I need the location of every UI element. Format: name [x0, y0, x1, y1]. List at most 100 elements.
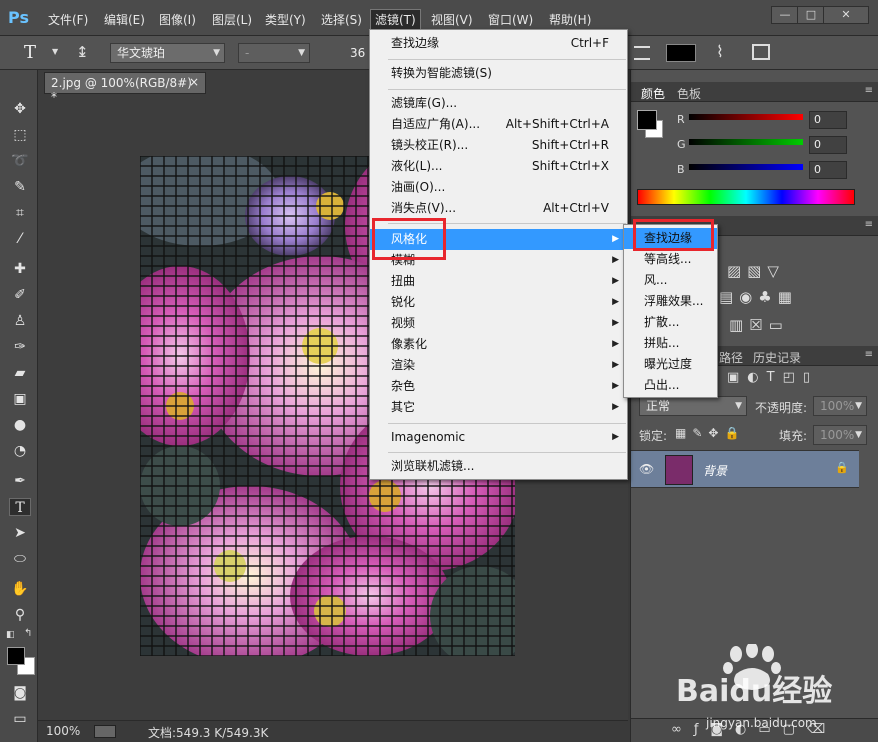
tab-paths[interactable]: 路径: [719, 349, 743, 366]
menu-type[interactable]: 类型(Y): [265, 11, 306, 28]
menu-select[interactable]: 选择(S): [321, 11, 362, 28]
menu-window[interactable]: 窗口(W): [488, 11, 533, 28]
fill-input[interactable]: 100% ▼: [813, 425, 867, 445]
close-icon[interactable]: ×: [189, 75, 199, 89]
channel-r-slider[interactable]: [689, 114, 803, 120]
zoom-level[interactable]: 100%: [46, 724, 80, 738]
submenu-item-emboss[interactable]: 浮雕效果...: [624, 291, 717, 312]
filter-menu-item-sharpen[interactable]: 锐化 ▶: [370, 292, 627, 313]
text-orientation-icon[interactable]: ↨: [76, 43, 89, 61]
submenu-item-trace-contour[interactable]: 等高线...: [624, 249, 717, 270]
filter-menu-item-imagenomic[interactable]: Imagenomic ▶: [370, 427, 627, 448]
menu-file[interactable]: 文件(F): [48, 11, 88, 28]
quick-select-tool-icon[interactable]: ✎: [9, 178, 31, 196]
menu-view[interactable]: 视图(V): [431, 11, 473, 28]
panel-menu-icon[interactable]: ≡: [865, 349, 873, 360]
pen-tool-icon[interactable]: ✒: [9, 472, 31, 490]
tab-swatches[interactable]: 色板: [677, 85, 701, 102]
color-panel-foreground-swatch[interactable]: [637, 110, 657, 130]
tool-preset-chevron-icon[interactable]: ▼: [52, 47, 58, 56]
menu-help[interactable]: 帮助(H): [549, 11, 591, 28]
filter-menu-item-render[interactable]: 渲染 ▶: [370, 355, 627, 376]
submenu-item-wind[interactable]: 风...: [624, 270, 717, 291]
channel-g-input[interactable]: 0: [809, 136, 847, 154]
quick-mask-icon[interactable]: ◙: [9, 684, 31, 702]
path-select-tool-icon[interactable]: ➤: [9, 524, 31, 542]
warp-text-icon[interactable]: ⌇: [716, 42, 724, 61]
submenu-item-extrude[interactable]: 凸出...: [624, 375, 717, 396]
blur-tool-icon[interactable]: ●: [9, 416, 31, 434]
type-tool-icon[interactable]: T: [24, 42, 36, 63]
font-style-select[interactable]: - ▼: [238, 43, 310, 63]
filter-menu-item-oil-paint[interactable]: 油画(O)...: [370, 177, 627, 198]
channel-b-slider[interactable]: [689, 164, 803, 170]
filter-menu-item-distort[interactable]: 扭曲 ▶: [370, 271, 627, 292]
submenu-item-solarize[interactable]: 曝光过度: [624, 354, 717, 375]
filter-menu-item-video[interactable]: 视频 ▶: [370, 313, 627, 334]
filter-menu-item-pixelate[interactable]: 像素化 ▶: [370, 334, 627, 355]
menu-layer[interactable]: 图层(L): [212, 11, 252, 28]
eraser-tool-icon[interactable]: ▰: [9, 364, 31, 382]
filter-menu-item-noise[interactable]: 杂色 ▶: [370, 376, 627, 397]
submenu-item-tiles[interactable]: 拼贴...: [624, 333, 717, 354]
adjustment-icons-row-1[interactable]: ▨▧▽: [727, 262, 785, 280]
character-panel-icon[interactable]: [752, 44, 770, 60]
lock-icons[interactable]: ▦✎✥🔒: [675, 426, 745, 440]
adjustment-icons-row-2[interactable]: ▤◉♣▦: [719, 288, 798, 306]
minimize-button[interactable]: —: [771, 6, 799, 24]
filter-menu-item-browse-online[interactable]: 浏览联机滤镜...: [370, 456, 627, 477]
opacity-input[interactable]: 100% ▼: [813, 396, 867, 416]
submenu-item-diffuse[interactable]: 扩散...: [624, 312, 717, 333]
clone-stamp-tool-icon[interactable]: ♙: [9, 312, 31, 330]
brush-tool-icon[interactable]: ✐: [9, 286, 31, 304]
healing-brush-tool-icon[interactable]: ✚: [9, 260, 31, 278]
ellipse-tool-icon[interactable]: ⬭: [9, 550, 31, 568]
crop-tool-icon[interactable]: ⌗: [9, 204, 31, 222]
dodge-tool-icon[interactable]: ◔: [9, 442, 31, 460]
foreground-color-swatch[interactable]: [7, 647, 25, 665]
lasso-tool-icon[interactable]: ➰: [9, 152, 31, 170]
screen-mode-icon[interactable]: ▭: [9, 710, 31, 728]
filter-menu-item-other[interactable]: 其它 ▶: [370, 397, 627, 418]
filter-menu-item-last-filter[interactable]: 查找边缘 Ctrl+F: [370, 33, 627, 54]
adjustment-icons-row-3[interactable]: ▥☒▭: [729, 316, 789, 334]
default-colors-icon[interactable]: ◧: [6, 630, 15, 640]
color-spectrum-ramp[interactable]: [637, 189, 855, 205]
layer-filter-icons[interactable]: ▣◐T◰▯: [727, 370, 818, 385]
marquee-tool-icon[interactable]: ⬚: [9, 126, 31, 144]
menu-edit[interactable]: 编辑(E): [104, 11, 145, 28]
layer-name[interactable]: 背景: [703, 462, 727, 479]
hand-tool-icon[interactable]: ✋: [9, 580, 31, 598]
filter-menu-item-gallery[interactable]: 滤镜库(G)...: [370, 93, 627, 114]
tab-color[interactable]: 颜色: [641, 85, 665, 102]
channel-b-input[interactable]: 0: [809, 161, 847, 179]
swap-colors-icon[interactable]: ↰: [24, 628, 32, 639]
justify-icon[interactable]: [634, 46, 650, 60]
menu-filter[interactable]: 滤镜(T): [370, 9, 421, 30]
channel-g-slider[interactable]: [689, 139, 803, 145]
filter-menu-item-smart-filter[interactable]: 转换为智能滤镜(S): [370, 63, 627, 84]
history-brush-tool-icon[interactable]: ✑: [9, 338, 31, 356]
visibility-eye-icon[interactable]: 👁: [639, 462, 654, 476]
blend-mode-select[interactable]: 正常 ▼: [639, 396, 747, 416]
menu-image[interactable]: 图像(I): [159, 11, 196, 28]
move-tool-icon[interactable]: ✥: [9, 100, 31, 118]
gradient-tool-icon[interactable]: ▣: [9, 390, 31, 408]
document-tab[interactable]: 2.jpg @ 100%(RGB/8#) * ×: [44, 72, 206, 104]
layer-row-background[interactable]: 👁 背景 🔒: [631, 450, 859, 488]
filter-menu-item-liquify[interactable]: 液化(L)... Shift+Ctrl+X: [370, 156, 627, 177]
filter-menu-item-lens-correction[interactable]: 镜头校正(R)... Shift+Ctrl+R: [370, 135, 627, 156]
tab-history[interactable]: 历史记录: [753, 349, 801, 366]
zoom-tool-icon[interactable]: ⚲: [9, 606, 31, 624]
panel-menu-icon[interactable]: ≡: [865, 219, 873, 230]
restore-button[interactable]: □: [797, 6, 825, 24]
filter-menu-item-adaptive-wide-angle[interactable]: 自适应广角(A)... Alt+Shift+Ctrl+A: [370, 114, 627, 135]
font-family-select[interactable]: 华文琥珀 ▼: [110, 43, 225, 63]
channel-r-input[interactable]: 0: [809, 111, 847, 129]
text-color-swatch[interactable]: [666, 44, 696, 62]
close-button[interactable]: ✕: [823, 6, 869, 24]
type-tool-icon[interactable]: T: [9, 498, 31, 516]
filter-menu-item-vanishing-point[interactable]: 消失点(V)... Alt+Ctrl+V: [370, 198, 627, 219]
eyedropper-tool-icon[interactable]: ⁄: [9, 230, 31, 248]
font-size-value[interactable]: 36: [350, 46, 365, 60]
